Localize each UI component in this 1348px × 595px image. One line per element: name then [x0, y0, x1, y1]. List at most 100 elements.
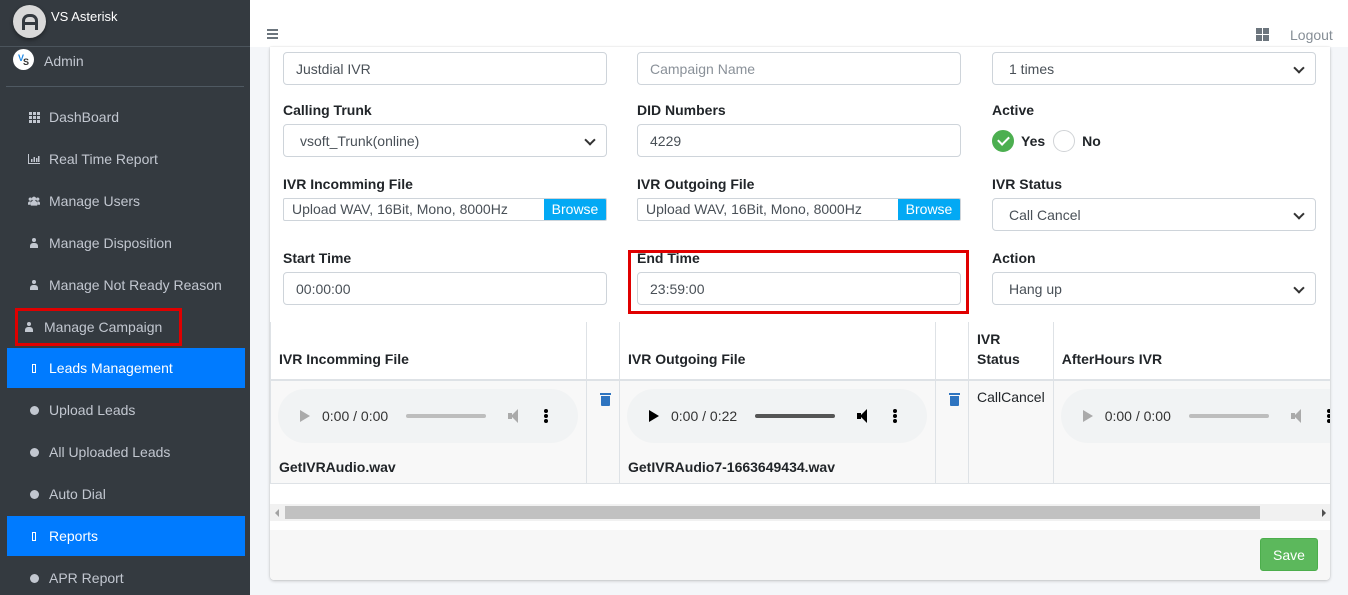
end-time-highlight-box: [628, 250, 969, 314]
active-group: Active Yes No: [992, 102, 1316, 157]
action-label: Action: [992, 250, 1036, 266]
sidebar-item-apr-report[interactable]: APR Report: [5, 557, 245, 595]
ivr-status-label: IVR Status: [992, 176, 1063, 192]
sidebar: VS Asterisk VS Admin DashBoard Real Time…: [0, 0, 250, 595]
sidebar-item-reports[interactable]: Reports: [7, 516, 245, 556]
user-icon: [23, 322, 35, 332]
sidebar-item-label: Manage Campaign: [44, 319, 163, 335]
afterhours-audio-progress[interactable]: [1188, 414, 1269, 418]
trash-icon[interactable]: [949, 393, 960, 406]
th-ivr-status: IVR Status: [968, 322, 1054, 381]
incoming-audio-filename: GetIVRAudio.wav: [279, 459, 396, 475]
afterhours-audio-player[interactable]: 0:00 / 0:00: [1060, 389, 1330, 443]
sidebar-item-label: Upload Leads: [49, 402, 136, 418]
volume-icon[interactable]: [508, 409, 524, 423]
incoming-audio-player[interactable]: 0:00 / 0:00: [278, 389, 578, 443]
ivr-name-input[interactable]: Justdial IVR: [283, 52, 607, 85]
more-options-icon[interactable]: [1326, 409, 1330, 423]
ivr-outgoing-file-input[interactable]: Upload WAV, 16Bit, Mono, 8000Hz Browse: [637, 198, 961, 221]
scroll-right-arrow-icon[interactable]: [1322, 509, 1326, 517]
repeat-value: 1 times: [1009, 60, 1055, 77]
trash-icon[interactable]: [600, 393, 611, 406]
sidebar-item-label: DashBoard: [49, 109, 120, 125]
card-footer: Save: [270, 530, 1330, 580]
sidebar-item-upload-leads[interactable]: Upload Leads: [5, 389, 245, 431]
table-header-row: IVR Incomming File IVR Outgoing File IVR…: [270, 322, 1330, 381]
ivr-outgoing-file-group: IVR Outgoing File Upload WAV, 16Bit, Mon…: [637, 176, 961, 221]
sidebar-item-manage-campaign[interactable]: Manage Campaign: [15, 308, 182, 346]
save-button[interactable]: Save: [1260, 538, 1318, 571]
ivr-status-select[interactable]: Call Cancel: [992, 198, 1316, 231]
ivr-incoming-browse-button[interactable]: Browse: [544, 199, 606, 220]
outgoing-audio-player[interactable]: 0:00 / 0:22: [627, 389, 927, 443]
start-time-group: Start Time 00:00:00: [283, 250, 607, 305]
campaign-name-placeholder: Campaign Name: [650, 60, 756, 77]
campaign-name-input[interactable]: Campaign Name: [637, 52, 961, 85]
sidebar-item-auto-dial[interactable]: Auto Dial: [5, 473, 245, 515]
brand-link[interactable]: VS Asterisk: [0, 0, 250, 47]
outgoing-audio-time: 0:00 / 0:22: [671, 408, 738, 424]
start-time-input[interactable]: 00:00:00: [283, 272, 607, 305]
volume-icon[interactable]: [1290, 409, 1307, 423]
avatar: VS: [13, 49, 34, 70]
user-icon: [28, 280, 40, 290]
ivr-files-table-wrapper: IVR Incomming File IVR Outgoing File IVR…: [270, 322, 1330, 504]
action-select[interactable]: Hang up: [992, 272, 1316, 305]
active-no-radio[interactable]: [1053, 129, 1076, 152]
user-name[interactable]: Admin: [44, 53, 84, 69]
volume-icon[interactable]: [857, 409, 873, 423]
play-icon[interactable]: [300, 410, 310, 422]
main-content: Justdial IVR Campaign Name 1 times Calli…: [250, 47, 1348, 595]
ivr-status-text: CallCancel: [977, 389, 1045, 405]
incoming-audio-progress[interactable]: [406, 414, 487, 418]
more-options-icon[interactable]: [893, 409, 898, 423]
scroll-left-arrow-icon[interactable]: [275, 509, 279, 517]
incoming-audio-time: 0:00 / 0:00: [322, 408, 389, 424]
ivr-incoming-file-input[interactable]: Upload WAV, 16Bit, Mono, 8000Hz Browse: [283, 198, 607, 221]
ivr-outgoing-file-label: IVR Outgoing File: [637, 176, 755, 192]
ivr-incoming-file-label: IVR Incomming File: [283, 176, 413, 192]
scrollbar-thumb[interactable]: [285, 506, 1260, 519]
calling-trunk-select[interactable]: vsoft_Trunk(online): [283, 124, 607, 157]
active-yes-label[interactable]: Yes: [1021, 133, 1045, 149]
ivr-outgoing-browse-button[interactable]: Browse: [898, 199, 960, 220]
hamburger-icon[interactable]: [267, 29, 278, 39]
user-panel: VS Admin: [6, 47, 244, 87]
sidebar-item-manage-not-ready-reason[interactable]: Manage Not Ready Reason: [5, 264, 245, 306]
top-navbar: Logout: [250, 0, 1348, 47]
campaign-name-group: Campaign Name: [637, 52, 961, 85]
ivr-status-group: IVR Status Call Cancel: [992, 176, 1316, 231]
users-icon: [28, 196, 40, 206]
active-no-label[interactable]: No: [1082, 133, 1101, 149]
did-numbers-input[interactable]: 4229: [637, 124, 961, 157]
sidebar-item-leads-management[interactable]: Leads Management: [7, 348, 245, 388]
bar-chart-icon: [28, 154, 40, 164]
active-label: Active: [992, 102, 1035, 118]
repeat-group: 1 times: [992, 52, 1316, 85]
horizontal-scrollbar[interactable]: [270, 504, 1330, 521]
sidebar-item-label: APR Report: [49, 570, 124, 586]
sidebar-item-manage-users[interactable]: Manage Users: [5, 180, 245, 222]
sidebar-item-label: Auto Dial: [49, 486, 106, 502]
sidebar-item-manage-disposition[interactable]: Manage Disposition: [5, 222, 245, 264]
sidebar-item-label: Manage Not Ready Reason: [49, 277, 222, 293]
active-yes-radio[interactable]: [992, 129, 1014, 152]
logout-link[interactable]: Logout: [1290, 27, 1333, 43]
user-icon: [28, 238, 40, 248]
play-icon[interactable]: [649, 410, 659, 422]
table-row: 0:00 / 0:00 GetIVRAudio.wav 0:00 / 0:22 …: [270, 379, 1330, 484]
afterhours-audio-cell: 0:00 / 0:00: [1052, 379, 1330, 484]
play-icon[interactable]: [1082, 410, 1093, 422]
grid-icon: [28, 111, 40, 123]
apps-grid-icon[interactable]: [1256, 28, 1270, 41]
repeat-select[interactable]: 1 times: [992, 52, 1316, 85]
sidebar-item-real-time-report[interactable]: Real Time Report: [5, 138, 245, 180]
outgoing-audio-progress[interactable]: [755, 414, 836, 418]
asterisk-logo-icon: [13, 5, 46, 38]
sidebar-item-all-uploaded-leads[interactable]: All Uploaded Leads: [5, 431, 245, 473]
sidebar-item-dashboard[interactable]: DashBoard: [5, 96, 245, 138]
more-options-icon[interactable]: [544, 409, 549, 423]
th-delete-outgoing: [935, 322, 969, 381]
ivr-incoming-file-placeholder: Upload WAV, 16Bit, Mono, 8000Hz: [292, 201, 508, 217]
sidebar-item-label: Real Time Report: [49, 151, 158, 167]
